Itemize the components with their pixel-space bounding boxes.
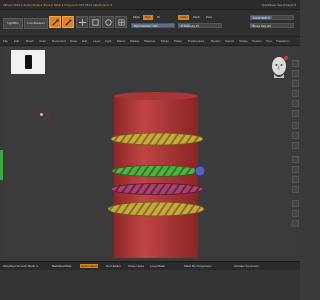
rotate-icon — [104, 18, 112, 26]
menu-item[interactable]: Draw — [70, 39, 77, 43]
quicksave-label[interactable]: QuickSave See-through 0 — [262, 3, 296, 7]
head-navigation-icon[interactable] — [268, 54, 290, 80]
persp-button[interactable] — [292, 122, 299, 129]
menu-item[interactable]: Color — [39, 39, 46, 43]
mesh-by-polygroups-button[interactable]: Mesh By Polygroups — [184, 264, 212, 268]
menu-item[interactable]: Picker — [174, 39, 182, 43]
aahalf-button[interactable] — [292, 110, 299, 117]
polyframe-icon — [117, 18, 125, 26]
magenta-torus — [110, 183, 204, 195]
del-hidden-button[interactable]: Del Hidden — [106, 264, 121, 268]
menu-item[interactable]: Movie — [161, 39, 169, 43]
backface-mask-toggle[interactable]: BackfaceMask — [52, 264, 72, 268]
spix-button[interactable] — [292, 70, 299, 77]
scroll-button[interactable] — [292, 80, 299, 87]
menu-item[interactable]: Transform — [276, 39, 290, 43]
focal-shift-slider[interactable]: Focal Shift 0 — [250, 15, 294, 20]
lower-panel — [0, 270, 300, 300]
brush-cursor — [34, 107, 49, 122]
scene-render — [107, 92, 206, 258]
menu-item[interactable]: Texture — [252, 39, 262, 43]
canvas-viewport[interactable] — [4, 46, 295, 258]
solo-button[interactable] — [292, 220, 299, 227]
scale-mode-button[interactable] — [89, 16, 101, 28]
menu-item[interactable]: Macro — [117, 39, 125, 43]
menu-item[interactable]: Edit — [14, 39, 19, 43]
focal-shift-label: Focal Shift 0 — [253, 16, 270, 20]
menu-item[interactable]: Material — [144, 39, 155, 43]
rotate-view-button[interactable] — [292, 186, 299, 193]
gold-torus-top — [110, 132, 204, 146]
edit-icon — [51, 18, 59, 26]
bottom-status-bar: Weighted Smooth Mode 4 BackfaceMask Defo… — [0, 261, 300, 270]
loop-mask-button[interactable]: Loop Mask — [150, 264, 165, 268]
menu-item[interactable]: Render — [211, 39, 221, 43]
mrgb-toggle[interactable]: Mrgb — [131, 15, 142, 20]
move-icon — [78, 18, 86, 26]
thumbnail-silhouette — [25, 55, 32, 69]
menu-item[interactable]: Light — [105, 39, 112, 43]
menu-item[interactable]: Stroke — [239, 39, 248, 43]
window-title: ZBrush 2019 ▸ Sculpt Mode ▸ Torus ▸ Stit… — [3, 3, 112, 7]
menu-item[interactable]: Preferences — [188, 39, 204, 43]
menu-item[interactable]: Brush — [26, 39, 34, 43]
edit-mode-button[interactable] — [49, 16, 61, 28]
activate-symmetry-button[interactable]: Activate Symmetry — [234, 264, 259, 268]
draw-icon — [64, 18, 72, 26]
local-button[interactable] — [292, 142, 299, 149]
menu-item[interactable]: Edit — [82, 39, 87, 43]
menu-item[interactable]: Layer — [93, 39, 101, 43]
draw-size-label: Draw Size 64 — [253, 24, 271, 28]
menu-item[interactable]: Tool — [266, 39, 272, 43]
scale-icon — [91, 18, 99, 26]
menu-item[interactable]: Marker — [130, 39, 139, 43]
navigator-thumbnail[interactable] — [11, 50, 45, 74]
cylinder-top — [114, 92, 198, 100]
rgb-intensity-slider[interactable]: Rgb Intensity 100 — [131, 23, 175, 28]
zcut-toggle[interactable]: Zcut — [204, 15, 214, 20]
bpr-button[interactable] — [292, 60, 299, 67]
live-boolean-button[interactable]: Live Boolean — [24, 18, 48, 29]
deformation-tab[interactable]: Deformation — [80, 264, 99, 268]
z-intensity-label: Z Intensity 25 — [181, 24, 200, 28]
red-cylinder — [114, 96, 198, 258]
draw-mode-button[interactable] — [62, 16, 74, 28]
z-intensity-slider[interactable]: Z Intensity 25 — [178, 23, 222, 28]
close-holes-button[interactable]: Close Holes — [128, 264, 144, 268]
weighted-smooth-label[interactable]: Weighted Smooth Mode 4 — [3, 264, 38, 268]
rgb-intensity-label: Rgb Intensity 100 — [134, 24, 158, 28]
brush-cursor-center — [40, 113, 43, 116]
lightbox-button[interactable]: LightBox — [3, 18, 23, 29]
transp-button[interactable] — [292, 210, 299, 217]
zadd-toggle[interactable]: Zadd — [178, 15, 189, 20]
right-side-shelf — [292, 60, 300, 250]
title-bar: ZBrush 2019 ▸ Sculpt Mode ▸ Torus ▸ Stit… — [0, 0, 300, 10]
move-mode-button[interactable] — [76, 16, 88, 28]
floor-button[interactable] — [292, 132, 299, 139]
frame-button[interactable] — [292, 156, 299, 163]
polyframe-button[interactable] — [115, 16, 127, 28]
blue-sphere — [194, 165, 206, 177]
left-edge-indicator — [0, 150, 3, 180]
menu-item[interactable]: Document — [52, 39, 66, 43]
actual-button[interactable] — [292, 100, 299, 107]
menu-item[interactable]: File — [3, 39, 8, 43]
polyf-button[interactable] — [292, 200, 299, 207]
green-torus — [111, 165, 201, 177]
draw-size-slider[interactable]: Draw Size 64 — [250, 23, 294, 28]
move-view-button[interactable] — [292, 166, 299, 173]
m-toggle[interactable]: M — [155, 15, 162, 20]
zoom3d-button[interactable] — [292, 176, 299, 183]
rgb-toggle[interactable]: Rgb — [143, 15, 153, 20]
zoom-button[interactable] — [292, 90, 299, 97]
top-toolbar: LightBox Live Boolean Mrgb Rgb M Rgb Int… — [0, 10, 300, 37]
rotate-mode-button[interactable] — [102, 16, 114, 28]
zsub-toggle[interactable]: Zsub — [191, 15, 202, 20]
menu-bar: File Edit Brush Color Document Draw Edit… — [0, 37, 300, 46]
gold-torus-bottom — [107, 201, 205, 217]
menu-item[interactable]: Stencil — [225, 39, 234, 43]
